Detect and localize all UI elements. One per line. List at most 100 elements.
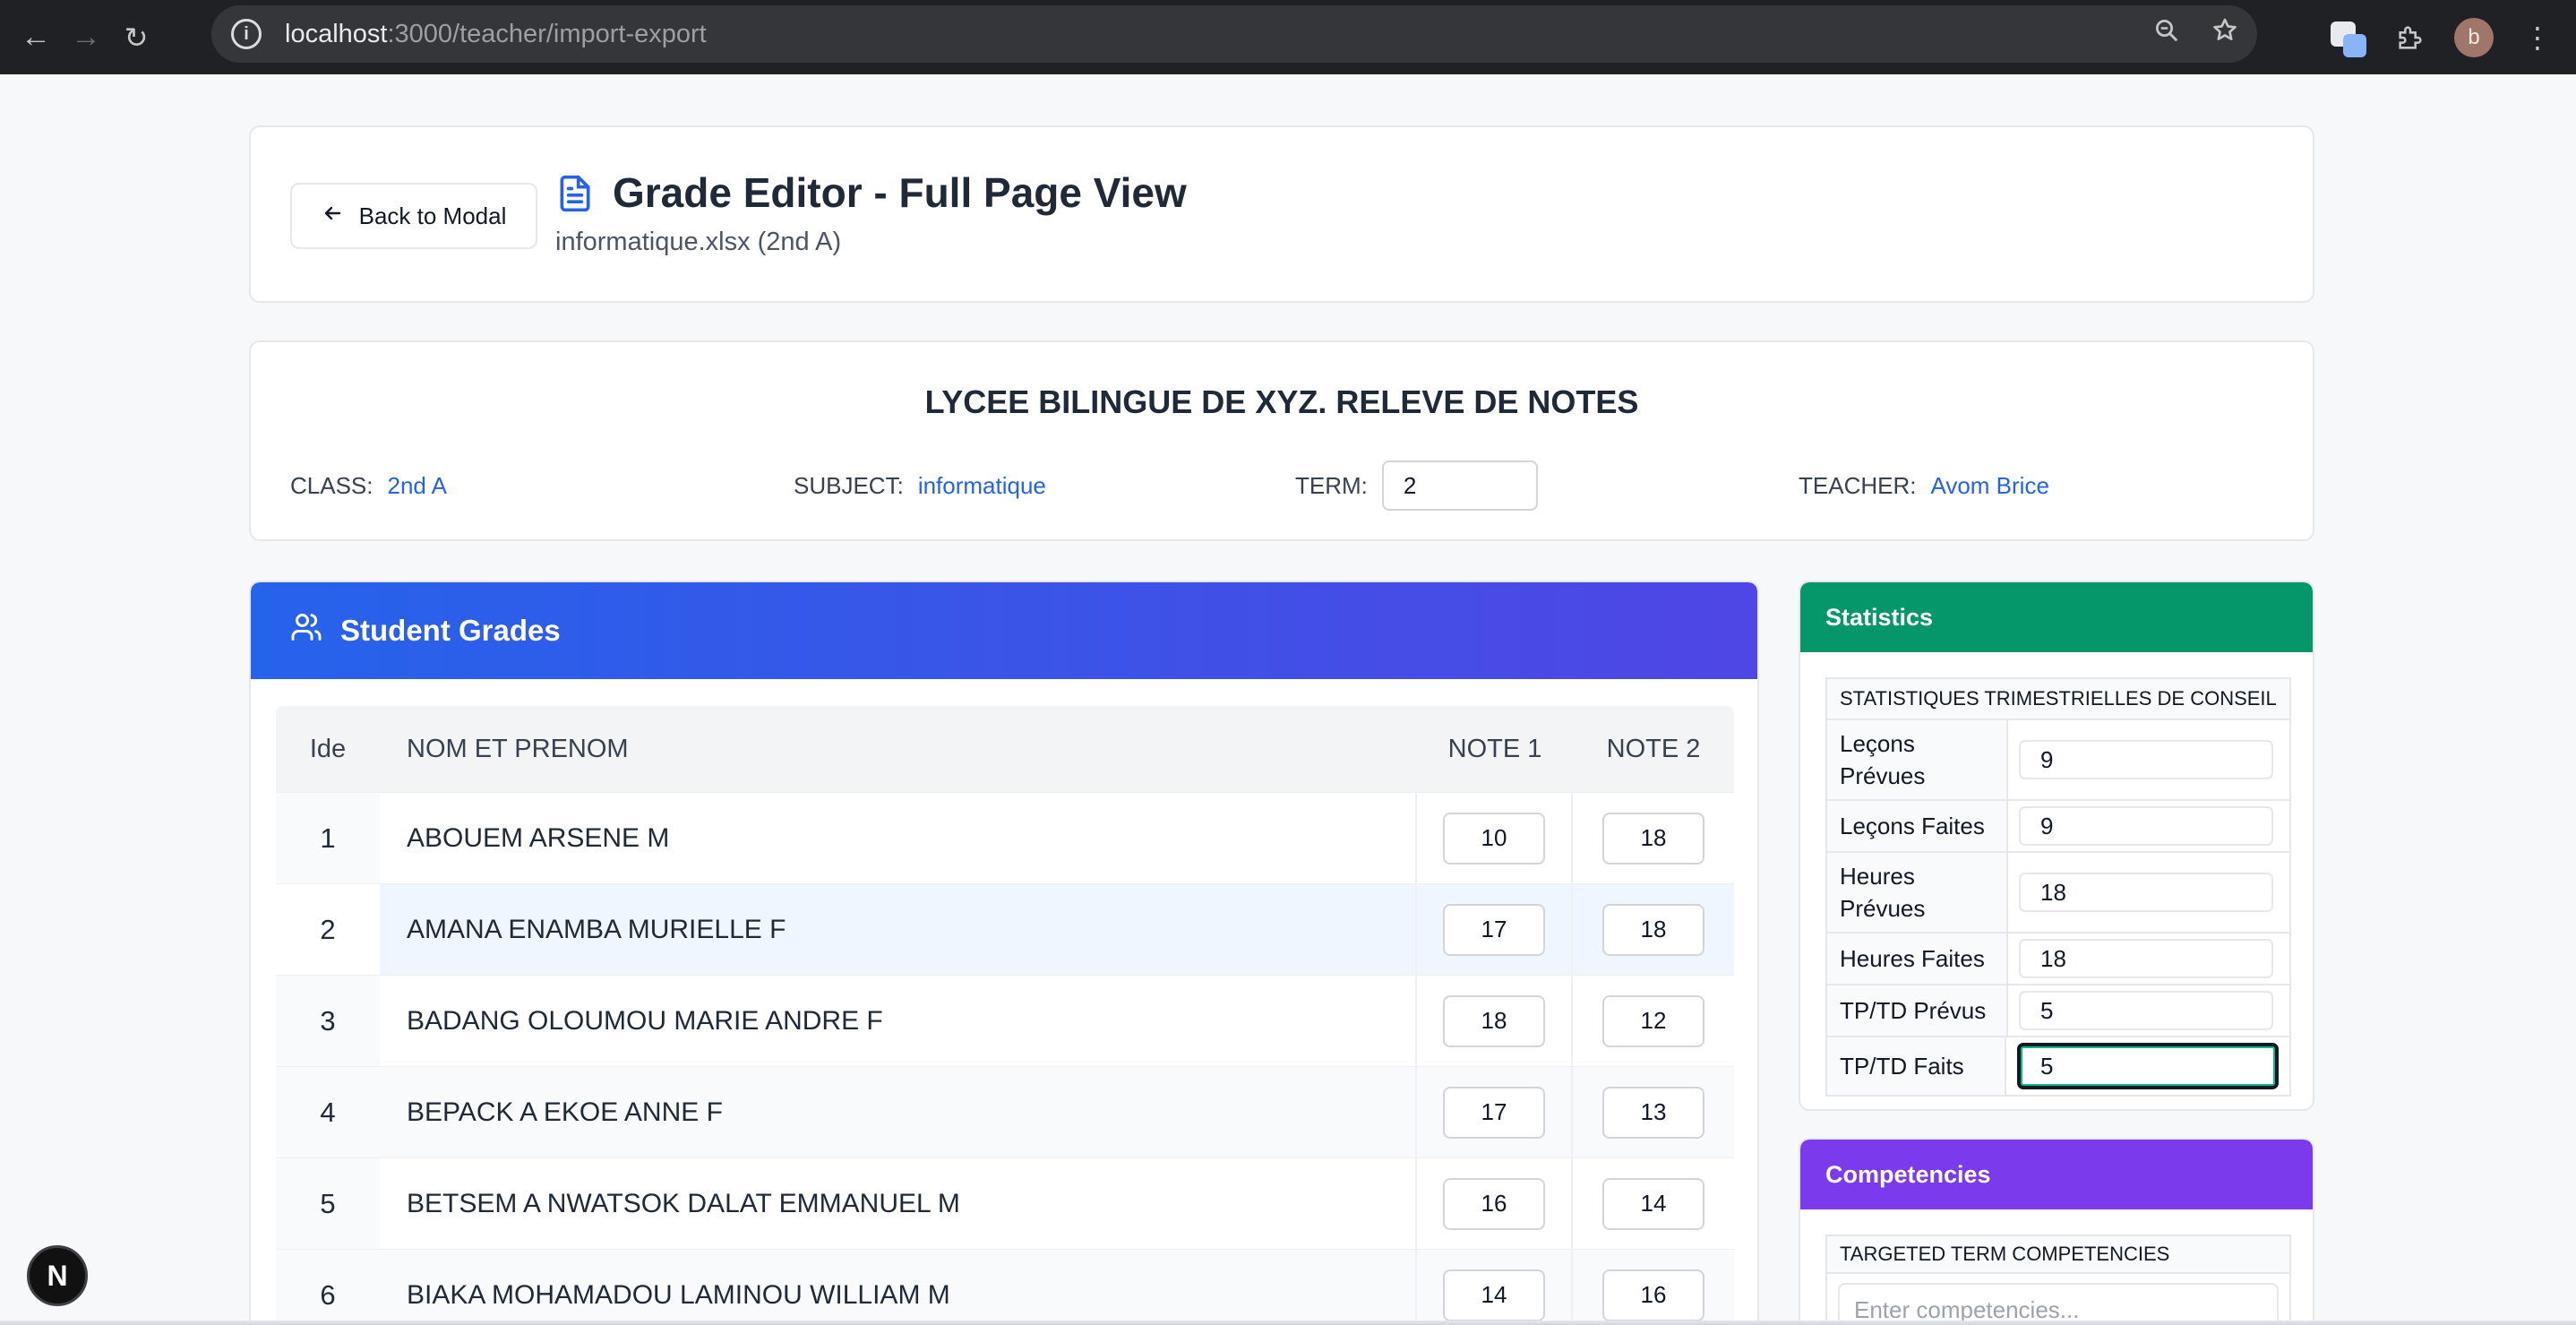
editor-header-card: Back to Modal Grade Editor - Full Page V…: [249, 125, 2314, 303]
competencies-box: TARGETED TERM COMPETENCIES Enter compete…: [1825, 1235, 2291, 1325]
note2-input[interactable]: 16: [1602, 1269, 1704, 1321]
url-text: localhost:3000/teacher/import-export: [285, 20, 707, 49]
student-name: BADANG OLOUMOU MARIE ANDRE F: [380, 976, 1417, 1066]
student-grades-header: Student Grades: [251, 582, 1757, 679]
file-subtitle: informatique.xlsx (2nd A): [555, 228, 842, 256]
note2-input[interactable]: 14: [1602, 1177, 1704, 1230]
competencies-input[interactable]: Enter competencies...: [1838, 1283, 2279, 1325]
class-info: CLASS: 2nd A: [290, 460, 447, 511]
stats-label: Leçons Faites: [1827, 801, 2008, 851]
note1-input[interactable]: 18: [1443, 994, 1545, 1047]
note2-input[interactable]: 12: [1602, 994, 1704, 1047]
page-title: Grade Editor - Full Page View: [613, 169, 1187, 216]
zoom-icon[interactable]: [2153, 17, 2180, 51]
student-name: BIAKA MOHAMADOU LAMINOU WILLIAM M: [380, 1250, 1417, 1325]
tptd-faits-input[interactable]: 5: [2017, 1043, 2279, 1089]
teacher-label: TEACHER:: [1799, 471, 1917, 499]
note1-input[interactable]: 17: [1443, 903, 1545, 956]
extensions-puzzle-icon[interactable]: [2393, 21, 2427, 55]
subject-label: SUBJECT:: [794, 471, 904, 499]
heures-prevues-input[interactable]: 18: [2019, 873, 2273, 912]
address-bar[interactable]: i localhost:3000/teacher/import-export: [211, 5, 2257, 63]
grades-table-header: Ide NOM ET PRENOM NOTE 1 NOTE 2: [276, 706, 1734, 792]
student-name: ABOUEM ARSENE M: [380, 793, 1417, 883]
table-row: 2 AMANA ENAMBA MURIELLE F 17 18: [276, 883, 1734, 975]
lecons-faites-input[interactable]: 9: [2019, 806, 2273, 846]
term-label: TERM:: [1295, 471, 1368, 499]
document-icon: [555, 172, 595, 219]
row-id: 6: [276, 1250, 380, 1325]
note1-input[interactable]: 14: [1443, 1269, 1545, 1321]
page-bottom-edge: [0, 1321, 2576, 1325]
term-input[interactable]: 2: [1381, 460, 1538, 511]
statistics-header: Statistics: [1800, 582, 2313, 652]
row-id: 2: [276, 884, 380, 975]
statistics-card: Statistics STATISTIQUES TRIMESTRIELLES D…: [1799, 581, 2314, 1111]
competencies-header: Competencies: [1800, 1140, 2313, 1209]
users-icon: [290, 611, 322, 650]
stats-row: Heures Faites 18: [1827, 934, 2289, 985]
stats-row: TP/TD Prévus 5: [1827, 985, 2289, 1037]
row-id: 4: [276, 1067, 380, 1157]
stats-label: Heures Faites: [1827, 934, 2008, 984]
school-title: LYCEE BILINGUE DE XYZ. RELEVE DE NOTES: [924, 383, 1639, 420]
lecons-prevues-input[interactable]: 9: [2019, 740, 2273, 779]
column-header-note2: NOTE 2: [1606, 734, 1701, 763]
note1-input[interactable]: 16: [1443, 1177, 1545, 1230]
term-info: TERM: 2: [1295, 460, 1538, 511]
profile-avatar[interactable]: b: [2454, 17, 2494, 57]
competencies-title: TARGETED TERM COMPETENCIES: [1827, 1236, 2289, 1274]
note2-input[interactable]: 13: [1602, 1086, 1704, 1139]
back-button-label: Back to Modal: [358, 202, 507, 229]
class-label: CLASS:: [290, 471, 374, 499]
url-path: :3000/teacher/import-export: [387, 19, 707, 48]
stats-label: Heures Prévues: [1827, 853, 2008, 932]
student-name: BEPACK A EKOE ANNE F: [380, 1067, 1417, 1157]
column-header-id: Ide: [309, 734, 347, 763]
stats-label: TP/TD Faits: [1827, 1037, 2006, 1095]
arrow-left-icon: [322, 202, 343, 230]
note2-input[interactable]: 18: [1602, 903, 1704, 956]
tptd-prevus-input[interactable]: 5: [2019, 991, 2273, 1030]
table-row: 4 BEPACK A EKOE ANNE F 17 13: [276, 1066, 1734, 1157]
table-row: 1 ABOUEM ARSENE M 10 18: [276, 792, 1734, 883]
forward-arrow-icon[interactable]: →: [61, 13, 111, 63]
stats-row: Heures Prévues 18: [1827, 853, 2289, 934]
row-id: 5: [276, 1158, 380, 1249]
stats-row: Leçons Faites 9: [1827, 801, 2289, 853]
row-id: 1: [276, 793, 380, 883]
menu-kebab-icon[interactable]: ⋮: [2520, 21, 2555, 55]
table-row: 6 BIAKA MOHAMADOU LAMINOU WILLIAM M 14 1…: [276, 1249, 1734, 1325]
extension-icon[interactable]: [2331, 20, 2366, 57]
teacher-value: Avom Brice: [1930, 471, 2049, 499]
bookmark-star-icon[interactable]: [2211, 16, 2239, 52]
stats-row: TP/TD Faits 5: [1827, 1037, 2289, 1095]
student-grades-title: Student Grades: [340, 614, 561, 647]
site-info-icon[interactable]: i: [231, 19, 262, 49]
report-info-card: LYCEE BILINGUE DE XYZ. RELEVE DE NOTES C…: [249, 340, 2314, 541]
reload-icon[interactable]: ↻: [111, 13, 161, 63]
statistics-table-title: STATISTIQUES TRIMESTRIELLES DE CONSEIL: [1827, 679, 2289, 720]
nextjs-dev-indicator[interactable]: N: [27, 1245, 88, 1306]
teacher-info: TEACHER: Avom Brice: [1799, 460, 2049, 511]
note1-input[interactable]: 17: [1443, 1086, 1545, 1139]
stats-label: TP/TD Prévus: [1827, 985, 2008, 1036]
note1-input[interactable]: 10: [1443, 812, 1545, 865]
back-arrow-icon[interactable]: ←: [11, 13, 61, 63]
back-to-modal-button[interactable]: Back to Modal: [290, 183, 537, 249]
url-host: localhost: [285, 19, 388, 48]
statistics-table: STATISTIQUES TRIMESTRIELLES DE CONSEIL L…: [1825, 677, 2291, 1097]
student-grades-card: Student Grades Ide NOM ET PRENOM NOTE 1 …: [249, 581, 1759, 1325]
subject-info: SUBJECT: informatique: [794, 460, 1046, 511]
subject-value: informatique: [917, 471, 1046, 499]
competencies-card: Competencies TARGETED TERM COMPETENCIES …: [1799, 1138, 2314, 1325]
table-row: 5 BETSEM A NWATSOK DALAT EMMANUEL M 16 1…: [276, 1157, 1734, 1249]
grades-table: Ide NOM ET PRENOM NOTE 1 NOTE 2 1 ABOUEM…: [276, 706, 1734, 1325]
student-name: BETSEM A NWATSOK DALAT EMMANUEL M: [380, 1158, 1417, 1249]
stats-label: Leçons Prévues: [1827, 720, 2008, 799]
table-row: 3 BADANG OLOUMOU MARIE ANDRE F 18 12: [276, 975, 1734, 1066]
stats-row: Leçons Prévues 9: [1827, 720, 2289, 801]
note2-input[interactable]: 18: [1602, 812, 1704, 865]
browser-toolbar: ← → ↻ i localhost:3000/teacher/import-ex…: [0, 0, 2576, 74]
heures-faites-input[interactable]: 18: [2019, 939, 2273, 978]
